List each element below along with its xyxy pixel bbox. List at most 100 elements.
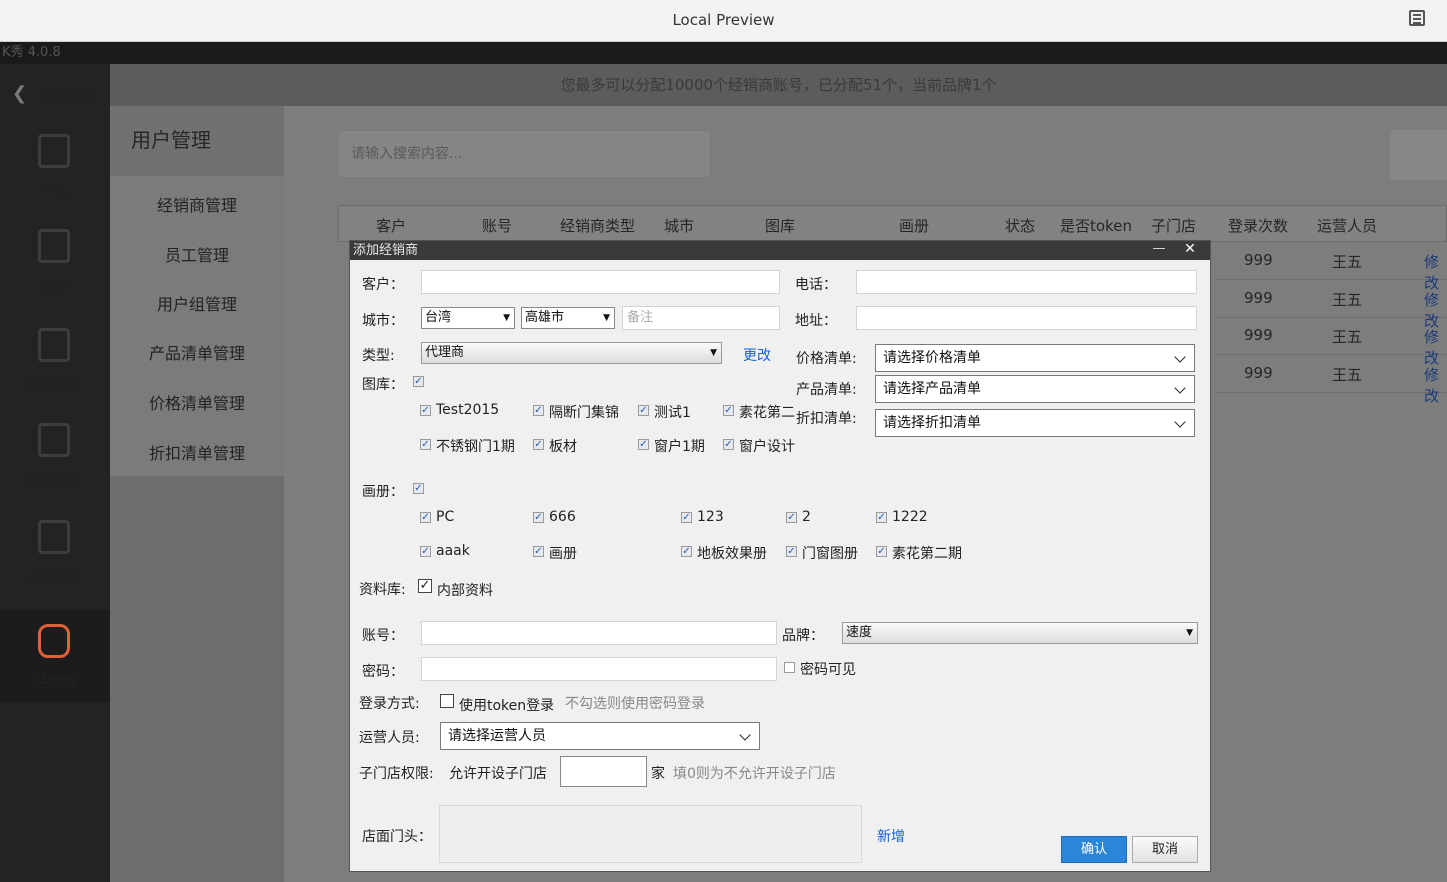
col-customer: 客户 xyxy=(376,217,407,235)
album-checkbox[interactable]: ✓ xyxy=(681,512,692,523)
account-label: 账号： xyxy=(362,628,404,644)
library-checkbox[interactable]: ✓ xyxy=(418,579,432,593)
album-all-checkbox[interactable]: ✓ xyxy=(413,483,424,494)
album-item-label: 画册 xyxy=(549,546,577,562)
sidebar-item-orders[interactable]: 网络订单 xyxy=(0,314,110,406)
edit-link[interactable]: 修改 xyxy=(1424,364,1447,406)
type-select[interactable]: 代理商 ▼ xyxy=(421,342,722,364)
cell-operator: 王五 xyxy=(1332,366,1363,384)
storefront-image-area[interactable] xyxy=(439,805,862,863)
gallery-item-label: 不锈钢门1期 xyxy=(436,439,515,455)
substore-label: 子门店权限: xyxy=(359,766,434,782)
menu-icon[interactable] xyxy=(1409,10,1425,26)
chevron-down-icon xyxy=(1174,351,1186,363)
type-change-link[interactable]: 更改 xyxy=(743,345,771,365)
col-dealer-type: 经销商类型 xyxy=(560,217,636,235)
gallery-checkbox[interactable]: ✓ xyxy=(533,405,544,416)
remark-field[interactable]: 备注 xyxy=(622,306,780,330)
menu-item-price-list[interactable]: 价格清单管理 xyxy=(110,390,284,414)
sidebar: ❮ 返回首页 产品 画册 网络订单 共享相册 虚拟展厅 经销商 xyxy=(0,64,110,882)
table-row: 999 王五 修改 xyxy=(1215,280,1447,330)
discount-list-select[interactable]: 请选择折扣清单 xyxy=(875,409,1195,437)
col-token: 是否token xyxy=(1060,217,1132,235)
phone-field[interactable] xyxy=(856,270,1197,294)
sidebar-item-shared-album[interactable]: 共享相册 xyxy=(0,409,110,501)
gallery-checkbox[interactable]: ✓ xyxy=(638,405,649,416)
album-checkbox[interactable]: ✓ xyxy=(681,546,692,557)
search-button[interactable] xyxy=(1390,130,1447,180)
gallery-item-label: 测试1 xyxy=(654,405,691,421)
album-checkbox[interactable]: ✓ xyxy=(420,546,431,557)
city-label: 城市： xyxy=(362,313,404,329)
account-field[interactable] xyxy=(421,621,777,645)
menu-item-staff[interactable]: 员工管理 xyxy=(110,242,284,266)
sidebar-item-albums[interactable]: 画册 xyxy=(0,215,110,307)
album-checkbox[interactable]: ✓ xyxy=(786,546,797,557)
token-login-checkbox[interactable] xyxy=(440,694,454,708)
col-album: 画册 xyxy=(899,217,930,235)
gallery-checkbox[interactable]: ✓ xyxy=(420,439,431,450)
back-home-button[interactable]: ❮ 返回首页 xyxy=(0,80,110,110)
dropdown-arrow-icon: ▼ xyxy=(1186,628,1193,638)
album-item-label: 666 xyxy=(549,509,576,525)
user-management-panel: 用户管理 经销商管理 员工管理 用户组管理 产品清单管理 价格清单管理 折扣清单… xyxy=(110,106,284,882)
gallery-checkbox[interactable]: ✓ xyxy=(420,405,431,416)
menu-item-discount-list[interactable]: 折扣清单管理 xyxy=(110,440,284,464)
play-screen-icon xyxy=(38,520,70,554)
sidebar-item-products[interactable]: 产品 xyxy=(0,120,110,212)
gallery-checkbox[interactable]: ✓ xyxy=(533,439,544,450)
col-status: 状态 xyxy=(1005,217,1036,235)
address-field[interactable] xyxy=(856,306,1197,330)
user-management-menu: 经销商管理 员工管理 用户组管理 产品清单管理 价格清单管理 折扣清单管理 xyxy=(110,176,284,476)
photo-icon xyxy=(38,423,70,457)
album-checkbox[interactable]: ✓ xyxy=(420,512,431,523)
quota-banner: 您最多可以分配10000个经销商账号，已分配51个，当前品牌1个 xyxy=(110,64,1447,106)
brand-select[interactable]: 速度 ▼ xyxy=(842,622,1198,644)
col-substore: 子门店 xyxy=(1151,217,1197,235)
password-field[interactable] xyxy=(421,657,777,681)
cell-operator: 王五 xyxy=(1332,253,1363,271)
album-checkbox[interactable]: ✓ xyxy=(533,512,544,523)
operator-select[interactable]: 请选择运营人员 xyxy=(440,722,760,750)
menu-item-dealer[interactable]: 经销商管理 xyxy=(110,192,284,216)
cell-logins: 999 xyxy=(1244,289,1273,307)
album-checkbox[interactable]: ✓ xyxy=(786,512,797,523)
city-value: 台湾 xyxy=(425,310,452,325)
album-checkbox[interactable]: ✓ xyxy=(876,546,887,557)
dialog-title: 添加经销商 xyxy=(353,243,419,258)
sidebar-item-label: 网络订单 xyxy=(27,379,83,395)
show-password-checkbox[interactable] xyxy=(784,662,795,673)
substore-prefix: 允许开设子门店 xyxy=(449,766,547,782)
menu-item-product-list[interactable]: 产品清单管理 xyxy=(110,340,284,364)
gallery-all-checkbox[interactable]: ✓ xyxy=(413,376,424,387)
gallery-checkbox[interactable]: ✓ xyxy=(723,439,734,450)
sidebar-item-dealers[interactable]: 经销商 xyxy=(0,610,110,702)
confirm-button[interactable]: 确认 xyxy=(1061,836,1127,863)
library-item-label: 内部资料 xyxy=(437,583,493,599)
city-select[interactable]: 台湾 ▼ xyxy=(421,307,515,329)
close-icon[interactable]: ✕ xyxy=(1178,241,1202,260)
gallery-checkbox[interactable]: ✓ xyxy=(638,439,649,450)
cell-logins: 999 xyxy=(1244,251,1273,269)
sidebar-item-virtual-hall[interactable]: 虚拟展厅 xyxy=(0,506,110,598)
product-list-select[interactable]: 请选择产品清单 xyxy=(875,375,1195,403)
menu-item-user-group[interactable]: 用户组管理 xyxy=(110,291,284,315)
price-list-select[interactable]: 请选择价格清单 xyxy=(875,344,1195,372)
substore-count-field[interactable] xyxy=(560,756,647,787)
customer-field[interactable] xyxy=(421,270,780,294)
district-select[interactable]: 高雄市 ▼ xyxy=(521,307,615,329)
table-header: 客户 账号 经销商类型 城市 图库 画册 状态 是否token 子门店 登录次数… xyxy=(338,205,1447,242)
address-label: 地址： xyxy=(795,313,837,329)
cell-operator: 王五 xyxy=(1332,291,1363,309)
search-input[interactable]: 请输入搜索内容... xyxy=(338,130,711,178)
add-new-link[interactable]: 新增 xyxy=(877,826,905,846)
gallery-checkbox[interactable]: ✓ xyxy=(723,405,734,416)
album-checkbox[interactable]: ✓ xyxy=(876,512,887,523)
table-row: 999 王五 修改 xyxy=(1215,242,1447,292)
gallery-item-label: 窗户1期 xyxy=(654,439,705,455)
window-title: Local Preview xyxy=(672,11,775,29)
album-checkbox[interactable]: ✓ xyxy=(533,546,544,557)
sidebar-item-label: 画册 xyxy=(41,280,69,296)
cancel-button[interactable]: 取消 xyxy=(1132,836,1198,863)
minimize-icon[interactable]: — xyxy=(1148,241,1170,260)
